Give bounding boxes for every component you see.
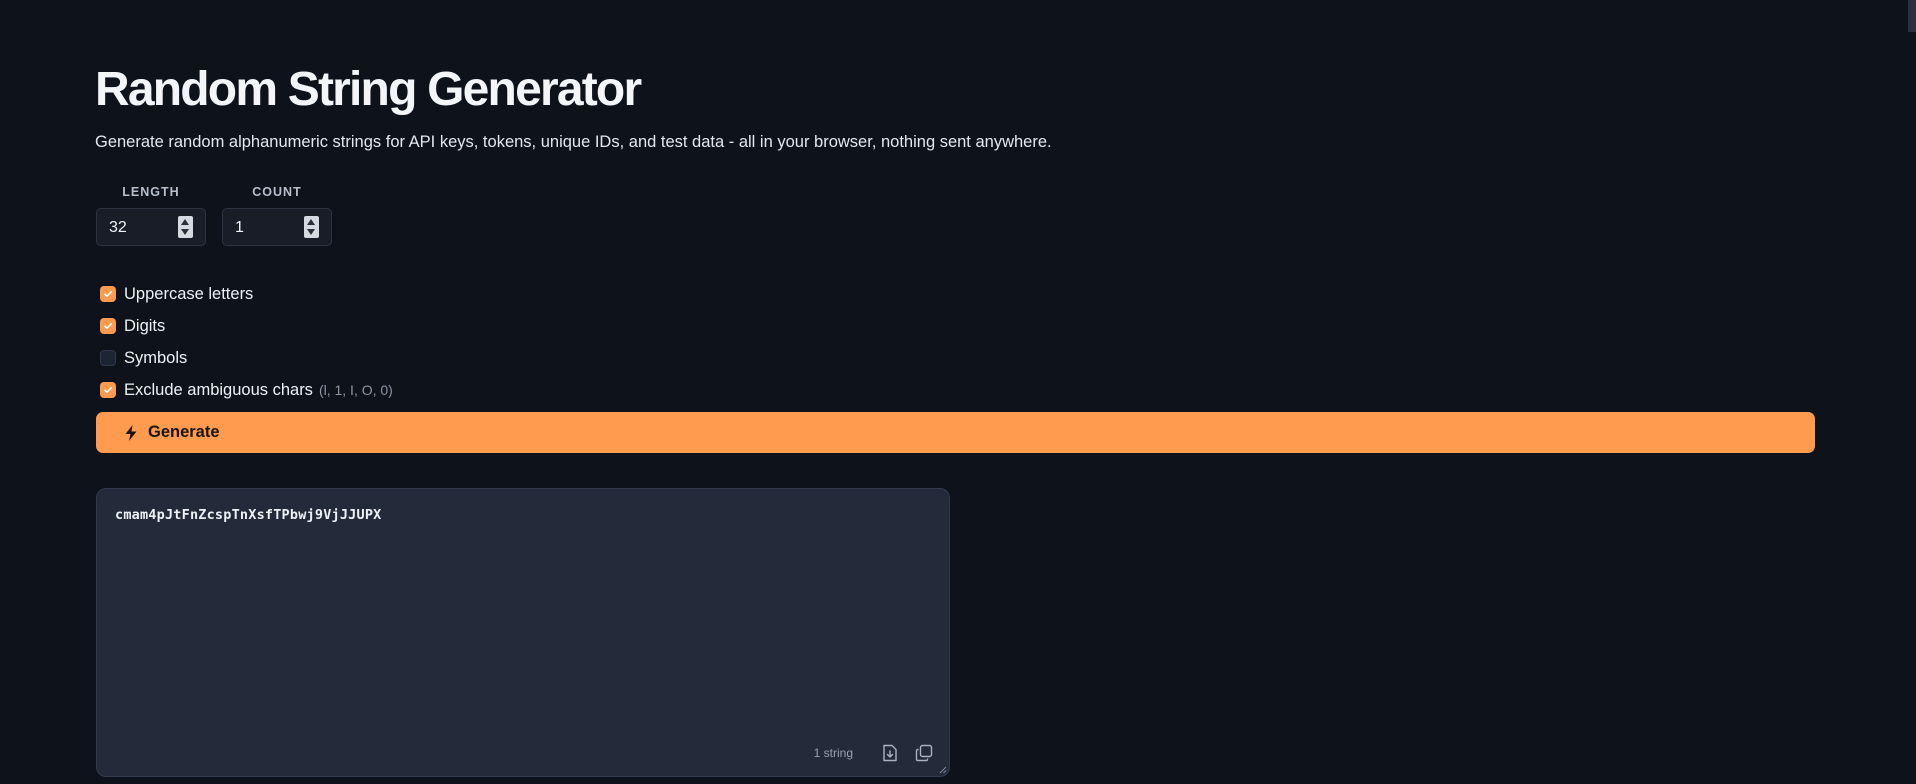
page: Random String Generator Generate random … <box>0 0 1916 784</box>
checkmark-icon <box>104 387 112 394</box>
output-textarea[interactable]: cmam4pJtFnZcspTnXsfTPbwj9VjJJUPX 1 strin… <box>96 488 950 777</box>
option-uppercase[interactable]: Uppercase letters <box>100 278 393 310</box>
options-list: Uppercase letters Digits Symbols Exclude… <box>100 278 393 406</box>
increment-arrow-icon[interactable] <box>307 219 315 225</box>
exclude-ambiguous-checkbox[interactable] <box>100 382 116 398</box>
uppercase-checkbox[interactable] <box>100 286 116 302</box>
length-stepper[interactable] <box>178 216 193 238</box>
count-input[interactable]: 1 <box>222 208 332 246</box>
length-field: LENGTH 32 <box>96 185 206 246</box>
option-exclude-ambiguous[interactable]: Exclude ambiguous chars (l, 1, I, O, 0) <box>100 374 393 406</box>
generate-button[interactable]: Generate <box>96 412 1815 453</box>
count-stepper[interactable] <box>304 216 319 238</box>
length-value: 32 <box>109 219 127 236</box>
symbols-checkbox[interactable] <box>100 350 116 366</box>
count-value: 1 <box>235 219 244 236</box>
option-digits[interactable]: Digits <box>100 310 393 342</box>
option-symbols[interactable]: Symbols <box>100 342 393 374</box>
page-subtitle: Generate random alphanumeric strings for… <box>95 133 1052 151</box>
copy-icon[interactable] <box>913 742 935 764</box>
resize-grip-icon[interactable] <box>939 766 947 774</box>
generate-label: Generate <box>148 423 220 441</box>
decrement-arrow-icon[interactable] <box>307 229 315 235</box>
length-input[interactable]: 32 <box>96 208 206 246</box>
option-label: Symbols <box>124 348 188 367</box>
scrollbar-thumb[interactable] <box>1908 0 1916 32</box>
checkmark-icon <box>104 291 112 298</box>
bolt-icon <box>125 424 137 441</box>
count-label: COUNT <box>252 185 302 199</box>
string-count: 1 string <box>813 746 853 760</box>
download-icon[interactable] <box>879 742 901 764</box>
output-footer: 1 string <box>814 742 935 764</box>
decrement-arrow-icon[interactable] <box>181 229 189 235</box>
digits-checkbox[interactable] <box>100 318 116 334</box>
option-label: Digits <box>124 316 166 335</box>
checkmark-icon <box>104 323 112 330</box>
ambiguous-chars-hint: (l, 1, I, O, 0) <box>318 382 393 398</box>
page-title: Random String Generator <box>95 63 642 116</box>
length-label: LENGTH <box>122 185 180 199</box>
generated-string[interactable]: cmam4pJtFnZcspTnXsfTPbwj9VjJJUPX <box>115 507 382 523</box>
option-label: Exclude ambiguous chars <box>124 380 313 399</box>
option-label: Uppercase letters <box>124 284 254 303</box>
count-field: COUNT 1 <box>222 185 332 246</box>
increment-arrow-icon[interactable] <box>181 219 189 225</box>
